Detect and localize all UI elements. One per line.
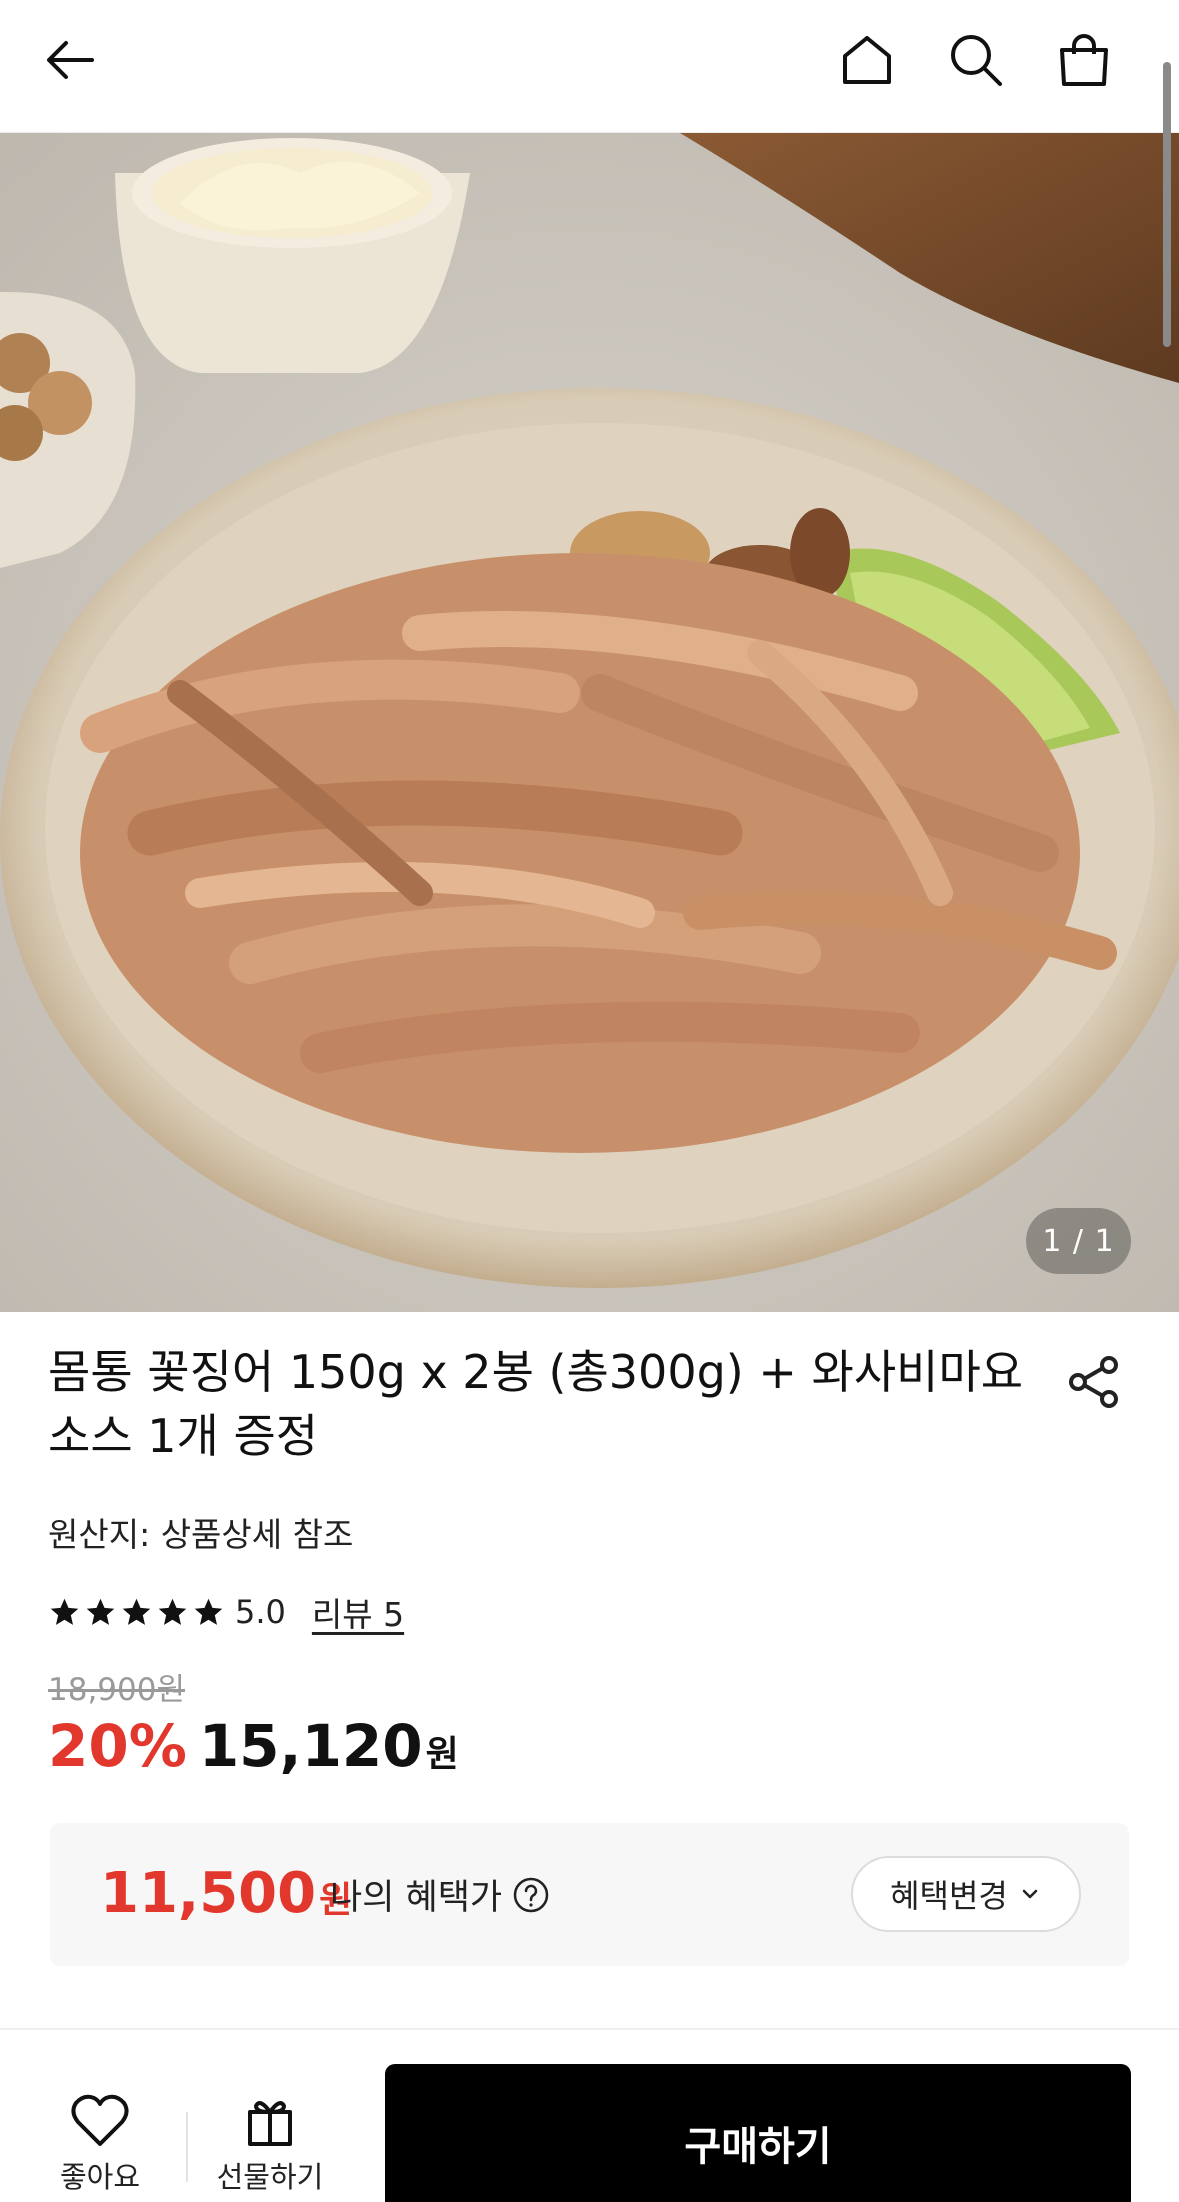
star-icon <box>122 1598 151 1625</box>
gift-label: 선물하기 <box>216 2160 324 2194</box>
question-circle-icon[interactable] <box>512 1876 550 1914</box>
product-title: 몸통 꽃징어 150g x 2봉 (총300g) + 와사비마요 소스 1개 증… <box>48 1340 1028 1468</box>
gift-icon <box>248 2101 292 2146</box>
rating-score: 5.0 <box>235 1593 286 1631</box>
origin-info: 원산지: 상품상세 참조 <box>48 1515 354 1554</box>
bottom-action-bar: 좋아요 선물하기 구매하기 <box>0 2030 1179 2202</box>
product-title-line1: 몸통 꽃징어 150g x 2봉 (총300g) + 와사비마요 <box>48 1345 1024 1399</box>
shopping-bag-icon <box>1060 34 1108 86</box>
star-icon <box>50 1598 79 1625</box>
star-icon <box>158 1598 187 1625</box>
home-icon <box>843 36 891 84</box>
home-button[interactable] <box>835 28 899 92</box>
benefit-label-text: 나의 혜택가 <box>330 1878 503 1918</box>
scrollbar[interactable] <box>1163 62 1171 347</box>
review-link[interactable]: 리뷰 5 <box>312 1588 404 1636</box>
benefit-price: 11,500 원 <box>100 1861 352 1926</box>
sale-price-currency: 원 <box>425 1734 459 1775</box>
like-button[interactable]: 좋아요 <box>48 2092 152 2196</box>
star-icon <box>194 1598 223 1625</box>
original-price: 18,900원 <box>48 1672 185 1708</box>
product-image-gallery[interactable]: 1 / 1 <box>0 133 1179 1312</box>
top-nav-bar <box>0 0 1179 133</box>
like-label: 좋아요 <box>59 2160 141 2194</box>
benefit-change-label: 혜택변경 <box>890 1877 1008 1915</box>
rating-row: 5.0 리뷰 5 <box>48 1590 404 1634</box>
discount-rate: 20% <box>48 1712 187 1780</box>
bottom-bar-separator <box>186 2112 188 2182</box>
share-icon <box>1069 1356 1118 1408</box>
chevron-down-icon <box>1022 1889 1038 1899</box>
product-photo <box>0 133 1179 1312</box>
arrow-left-icon <box>47 41 94 79</box>
benefit-box: 11,500 원 나의 혜택가 혜택변경 <box>50 1823 1129 1966</box>
product-title-line2: 소스 1개 증정 <box>48 1409 319 1463</box>
sale-price: 15,120 <box>198 1712 423 1780</box>
buy-button[interactable]: 구매하기 <box>385 2064 1131 2202</box>
gift-button[interactable]: 선물하기 <box>200 2092 340 2196</box>
benefit-price-value: 11,500 <box>100 1861 317 1926</box>
benefit-label: 나의 혜택가 <box>330 1869 550 1920</box>
back-button[interactable] <box>38 28 102 92</box>
heart-icon <box>71 2094 129 2146</box>
search-button[interactable] <box>944 28 1008 92</box>
rating-stars <box>48 1596 225 1629</box>
star-icon <box>86 1598 115 1625</box>
share-button[interactable] <box>1062 1350 1126 1414</box>
price-row: 20% 15,120 원 <box>48 1712 459 1782</box>
search-icon <box>951 35 1002 86</box>
cart-button[interactable] <box>1052 28 1116 92</box>
image-counter: 1 / 1 <box>1026 1208 1131 1274</box>
benefit-change-button[interactable]: 혜택변경 <box>851 1856 1081 1932</box>
